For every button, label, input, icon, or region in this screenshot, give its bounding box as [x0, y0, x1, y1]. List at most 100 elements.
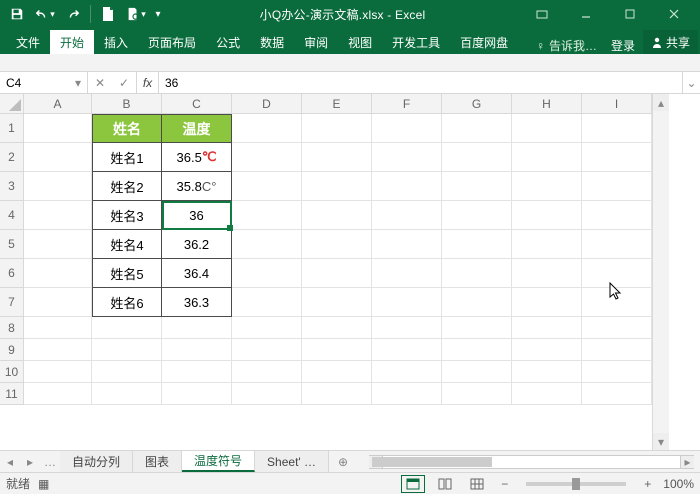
cell[interactable]: [582, 339, 652, 361]
cell[interactable]: [92, 339, 162, 361]
col-header-B[interactable]: B: [92, 94, 162, 114]
cell[interactable]: [512, 172, 582, 201]
cell[interactable]: [442, 361, 512, 383]
col-header-C[interactable]: C: [162, 94, 232, 114]
cell[interactable]: [302, 339, 372, 361]
tab-data[interactable]: 数据: [250, 30, 294, 54]
col-header-F[interactable]: F: [372, 94, 442, 114]
cell[interactable]: [442, 259, 512, 288]
cell[interactable]: [372, 143, 442, 172]
cell[interactable]: [232, 114, 302, 143]
cell[interactable]: [582, 143, 652, 172]
row-header-10[interactable]: 10: [0, 361, 24, 383]
table-cell-name[interactable]: 姓名4: [92, 230, 162, 259]
close-button[interactable]: [652, 0, 696, 28]
scroll-down-button[interactable]: ▾: [653, 433, 669, 450]
table-header-temp[interactable]: 温度: [162, 114, 232, 143]
cell[interactable]: [302, 317, 372, 339]
cell[interactable]: [232, 339, 302, 361]
zoom-thumb[interactable]: [572, 478, 580, 490]
cell[interactable]: [24, 143, 92, 172]
table-cell-temp[interactable]: 36.5℃: [162, 143, 232, 172]
cell[interactable]: [442, 317, 512, 339]
cell[interactable]: [162, 361, 232, 383]
row-header-8[interactable]: 8: [0, 317, 24, 339]
row-header-7[interactable]: 7: [0, 288, 24, 317]
cell[interactable]: [302, 201, 372, 230]
col-header-A[interactable]: A: [24, 94, 92, 114]
fx-button[interactable]: fx: [137, 72, 159, 93]
row-header-3[interactable]: 3: [0, 172, 24, 201]
cell[interactable]: [302, 361, 372, 383]
sheet-nav-next[interactable]: ▸: [20, 451, 40, 472]
save-button[interactable]: [4, 2, 30, 26]
cell[interactable]: [24, 172, 92, 201]
sheet-nav-prev[interactable]: ◂: [0, 451, 20, 472]
name-box[interactable]: C4 ▾: [0, 72, 88, 93]
col-header-E[interactable]: E: [302, 94, 372, 114]
cell[interactable]: [92, 383, 162, 405]
cell[interactable]: [232, 317, 302, 339]
col-header-G[interactable]: G: [442, 94, 512, 114]
cell[interactable]: [232, 288, 302, 317]
cell[interactable]: [442, 288, 512, 317]
view-page-break-button[interactable]: [465, 475, 489, 493]
cell[interactable]: [512, 383, 582, 405]
cell[interactable]: [582, 288, 652, 317]
minimize-button[interactable]: [564, 0, 608, 28]
cell[interactable]: [512, 230, 582, 259]
cell[interactable]: [162, 317, 232, 339]
cell[interactable]: [92, 361, 162, 383]
scroll-right-button[interactable]: ▸: [680, 456, 694, 468]
col-header-I[interactable]: I: [582, 94, 652, 114]
cell[interactable]: [302, 230, 372, 259]
tab-developer[interactable]: 开发工具: [382, 30, 450, 54]
cell[interactable]: [24, 339, 92, 361]
cell[interactable]: [372, 361, 442, 383]
cell[interactable]: [232, 259, 302, 288]
row-header-6[interactable]: 6: [0, 259, 24, 288]
cell[interactable]: [372, 339, 442, 361]
cell[interactable]: [372, 383, 442, 405]
tab-review[interactable]: 审阅: [294, 30, 338, 54]
enter-entry-button[interactable]: ✓: [112, 76, 136, 90]
cell[interactable]: [24, 361, 92, 383]
tab-view[interactable]: 视图: [338, 30, 382, 54]
zoom-slider[interactable]: [526, 482, 626, 486]
share-button[interactable]: 共享: [643, 30, 698, 54]
undo-button[interactable]: ▾: [32, 2, 58, 26]
horizontal-scrollbar[interactable]: ◂ ▸: [369, 455, 694, 469]
col-header-D[interactable]: D: [232, 94, 302, 114]
cell[interactable]: [442, 201, 512, 230]
sheet-tab-3[interactable]: Sheet' …: [255, 451, 329, 472]
table-cell-name[interactable]: 姓名1: [92, 143, 162, 172]
tell-me-box[interactable]: ♀♀ 告诉我…告诉我…: [530, 37, 603, 54]
sign-in-button[interactable]: 登录: [603, 37, 643, 54]
sheet-nav-more[interactable]: …: [40, 451, 60, 472]
cell[interactable]: [24, 114, 92, 143]
cell[interactable]: [582, 361, 652, 383]
cell[interactable]: [372, 114, 442, 143]
cell[interactable]: [442, 230, 512, 259]
cell[interactable]: [582, 259, 652, 288]
redo-button[interactable]: [60, 2, 86, 26]
cell[interactable]: [232, 361, 302, 383]
tab-formulas[interactable]: 公式: [206, 30, 250, 54]
cell[interactable]: [162, 383, 232, 405]
cancel-entry-button[interactable]: ✕: [88, 76, 112, 90]
cell[interactable]: [512, 317, 582, 339]
cell[interactable]: [442, 172, 512, 201]
row-header-11[interactable]: 11: [0, 383, 24, 405]
zoom-in-button[interactable]: +: [640, 477, 655, 491]
name-box-dropdown-icon[interactable]: ▾: [75, 76, 81, 90]
cell[interactable]: [24, 230, 92, 259]
cell[interactable]: [372, 230, 442, 259]
worksheet-grid[interactable]: A B C D E F G H I 1 2 3 4 5 6 7 8 9: [0, 94, 700, 450]
cell[interactable]: [372, 288, 442, 317]
expand-formula-bar-button[interactable]: ⌄: [682, 72, 700, 93]
view-page-layout-button[interactable]: [433, 475, 457, 493]
cell[interactable]: [442, 383, 512, 405]
print-preview-button[interactable]: ▾: [123, 2, 149, 26]
cell[interactable]: [582, 317, 652, 339]
tab-layout[interactable]: 页面布局: [138, 30, 206, 54]
